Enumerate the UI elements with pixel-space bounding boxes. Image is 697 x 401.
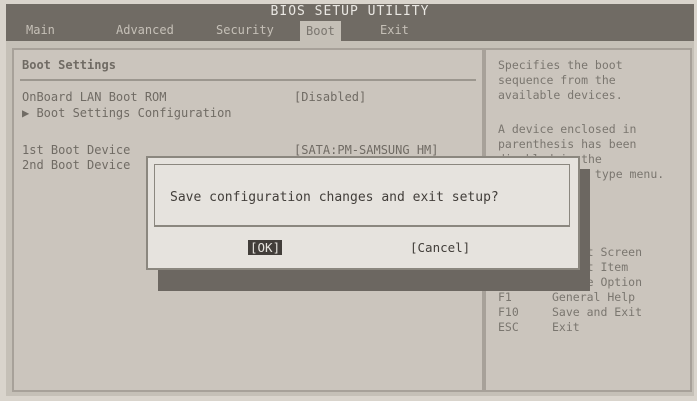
key-desc: General Help (552, 290, 636, 304)
row-label: 2nd Boot Device (22, 158, 131, 172)
bios-screen: BIOS SETUP UTILITY Main Advanced Securit… (6, 4, 694, 396)
key-name: F1 (498, 290, 512, 304)
cancel-button[interactable]: [Cancel] (410, 240, 470, 255)
menu-item-advanced[interactable]: Advanced (116, 23, 174, 37)
menu-item-exit[interactable]: Exit (380, 23, 409, 37)
row-label: 1st Boot Device (22, 143, 131, 157)
key-row: F10 Save and Exit (498, 305, 688, 320)
row-label: ▶ Boot Settings Configuration (22, 106, 232, 120)
help-text-1: Specifies the boot sequence from the ava… (498, 58, 623, 102)
bios-title: BIOS SETUP UTILITY (270, 4, 430, 19)
dialog-divider (154, 226, 570, 227)
menu-item-main[interactable]: Main (26, 23, 55, 37)
save-exit-dialog: Save configuration changes and exit setu… (146, 156, 580, 270)
row-label: OnBoard LAN Boot ROM (22, 90, 167, 104)
panel-heading: Boot Settings (22, 58, 116, 72)
key-name: ESC (498, 320, 519, 334)
top-bar: BIOS SETUP UTILITY Main Advanced Securit… (6, 4, 694, 41)
key-row: F1 General Help (498, 290, 688, 305)
menu-bar: Main Advanced Security Boot Exit (6, 21, 694, 41)
dialog-message: Save configuration changes and exit setu… (170, 190, 499, 205)
menu-item-boot[interactable]: Boot (300, 21, 341, 41)
menu-item-security[interactable]: Security (216, 23, 274, 37)
ok-button[interactable]: [OK] (248, 240, 283, 255)
row-1st-boot-device[interactable]: 1st Boot Device [SATA:PM-SAMSUNG HM] (22, 143, 439, 157)
row-2nd-boot-device[interactable]: 2nd Boot Device (22, 158, 130, 172)
row-boot-settings-configuration[interactable]: ▶ Boot Settings Configuration (22, 106, 232, 120)
key-desc: Exit (552, 320, 580, 334)
key-desc: Save and Exit (552, 305, 643, 319)
key-row: ESC Exit (498, 320, 688, 335)
key-name: F10 (498, 305, 519, 319)
row-value: [SATA:PM-SAMSUNG HM] (294, 143, 439, 157)
row-value: [Disabled] (294, 90, 367, 104)
row-onboard-lan-boot-rom[interactable]: OnBoard LAN Boot ROM [Disabled] (22, 90, 366, 104)
divider (20, 79, 476, 81)
